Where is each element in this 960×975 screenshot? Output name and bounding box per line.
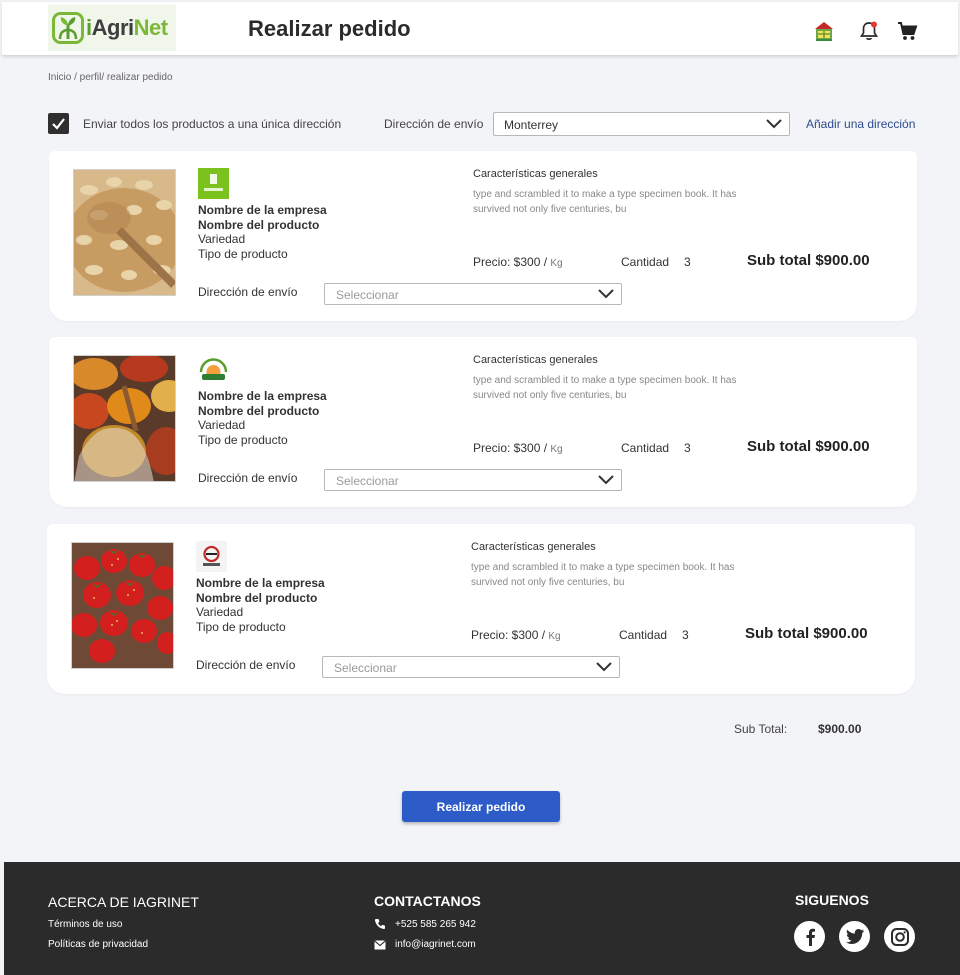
product-name: Nombre del producto [198,217,320,232]
order-subtotal-label: Sub Total: [734,722,788,736]
chevron-down-icon [596,662,612,672]
price-label: Precio: $300 / [473,255,548,269]
order-subtotal-value: $900.00 [818,722,862,736]
product-type: Tipo de producto [198,246,288,261]
single-address-label: Enviar todos los productos a una única d… [83,117,342,131]
price: Precio: $300 / Kg [473,255,563,269]
mail-icon [374,939,386,949]
shipping-address-value: Monterrey [504,118,559,132]
item-address-placeholder: Seleccionar [336,288,399,302]
chevron-down-icon [598,475,614,485]
farm-icon[interactable] [813,20,835,42]
footer-social-title: SIGUENOS [795,892,869,908]
price-label: Precio: $300 / [473,441,548,455]
product-card: Nombre de la empresa Nombre del producto… [49,151,917,321]
contact-phone[interactable]: +525 585 265 942 [374,918,476,930]
footer-contact-title: CONTACTANOS [374,893,481,909]
privacy-link[interactable]: Políticas de privacidad [48,939,148,950]
item-subtotal: Sub total $900.00 [747,252,870,269]
product-image-spices [73,355,176,482]
item-subtotal: Sub total $900.00 [745,625,868,642]
features-title: Características generales [473,354,598,366]
product-variety: Variedad [198,232,246,246]
price-unit: Kg [548,631,561,642]
single-address-checkbox[interactable] [48,113,69,134]
page-title: Realizar pedido [248,16,411,41]
logo-wordmark: iAgriNet [86,15,168,40]
product-image-oats [73,169,176,296]
chevron-down-icon [766,119,782,129]
product-info: Nombre de la empresa Nombre del producto… [198,389,327,447]
item-address-label: Dirección de envío [196,658,296,672]
item-address-label: Dirección de envío [198,285,298,299]
top-header: iAgriNet Realizar pedido [2,2,958,56]
product-variety: Variedad [198,418,246,432]
breadcrumb[interactable]: Inicio / perfil/ realizar pedido [48,72,173,83]
product-name: Nombre del producto [196,590,318,605]
quantity-label: Cantidad [621,441,670,455]
product-info: Nombre de la empresa Nombre del producto… [196,576,325,634]
price: Precio: $300 / Kg [473,441,563,455]
features-title: Características generales [473,168,598,180]
company-name: Nombre de la empresa [196,576,325,590]
product-type: Tipo de producto [198,432,288,447]
quantity-label: Cantidad [621,255,670,269]
product-image-strawberries [71,542,174,669]
price-unit: Kg [550,258,563,269]
footer: ACERCA DE IAGRINET Términos de uso Polít… [4,862,960,975]
quantity-value: 3 [684,441,691,455]
facebook-icon[interactable] [794,921,825,952]
chevron-down-icon [598,289,614,299]
contact-phone-text: +525 585 265 942 [395,918,476,930]
product-card: Nombre de la empresa Nombre del producto… [49,337,917,507]
product-type: Tipo de producto [196,619,286,634]
company-logo [198,354,229,385]
item-address-select[interactable]: Seleccionar [324,469,622,491]
contact-email-text: info@iagrinet.com [395,939,476,950]
shipping-address-select[interactable]: Monterrey [493,112,790,136]
item-address-select[interactable]: Seleccionar [324,283,622,305]
price-unit: Kg [550,444,563,455]
quantity-value: 3 [682,628,689,642]
footer-about-title: ACERCA DE IAGRINET [48,894,199,910]
item-address-placeholder: Seleccionar [334,661,397,675]
product-name: Nombre del producto [198,403,320,418]
terms-link[interactable]: Términos de uso [48,919,122,930]
quantity-label: Cantidad [619,628,668,642]
item-subtotal: Sub total $900.00 [747,438,870,455]
product-variety: Variedad [196,605,244,619]
check-icon [52,118,65,130]
instagram-icon[interactable] [884,921,915,952]
item-address-placeholder: Seleccionar [336,474,399,488]
company-logo [198,168,229,199]
phone-icon [374,919,385,930]
sprout-logo-icon [52,12,84,44]
place-order-button[interactable]: Realizar pedido [402,791,560,822]
iagrinet-logo[interactable]: iAgriNet [48,5,176,51]
product-card: Nombre de la empresa Nombre del producto… [47,524,915,694]
price: Precio: $300 / Kg [471,628,561,642]
twitter-icon[interactable] [839,921,870,952]
cart-icon[interactable] [896,20,918,42]
company-name: Nombre de la empresa [198,389,327,403]
contact-email[interactable]: info@iagrinet.com [374,939,476,950]
bell-icon[interactable] [858,20,880,42]
item-address-label: Dirección de envío [198,471,298,485]
company-logo [196,541,227,572]
quantity-value: 3 [684,255,691,269]
price-label: Precio: $300 / [471,628,546,642]
item-address-select[interactable]: Seleccionar [322,656,620,678]
product-info: Nombre de la empresa Nombre del producto… [198,203,327,261]
features-description: type and scrambled it to make a type spe… [473,375,737,401]
shipping-address-label: Dirección de envío [384,117,484,131]
add-address-link[interactable]: Añadir una dirección [806,117,915,131]
features-description: type and scrambled it to make a type spe… [471,562,735,588]
features-description: type and scrambled it to make a type spe… [473,189,737,215]
features-title: Características generales [471,541,596,553]
company-name: Nombre de la empresa [198,203,327,217]
